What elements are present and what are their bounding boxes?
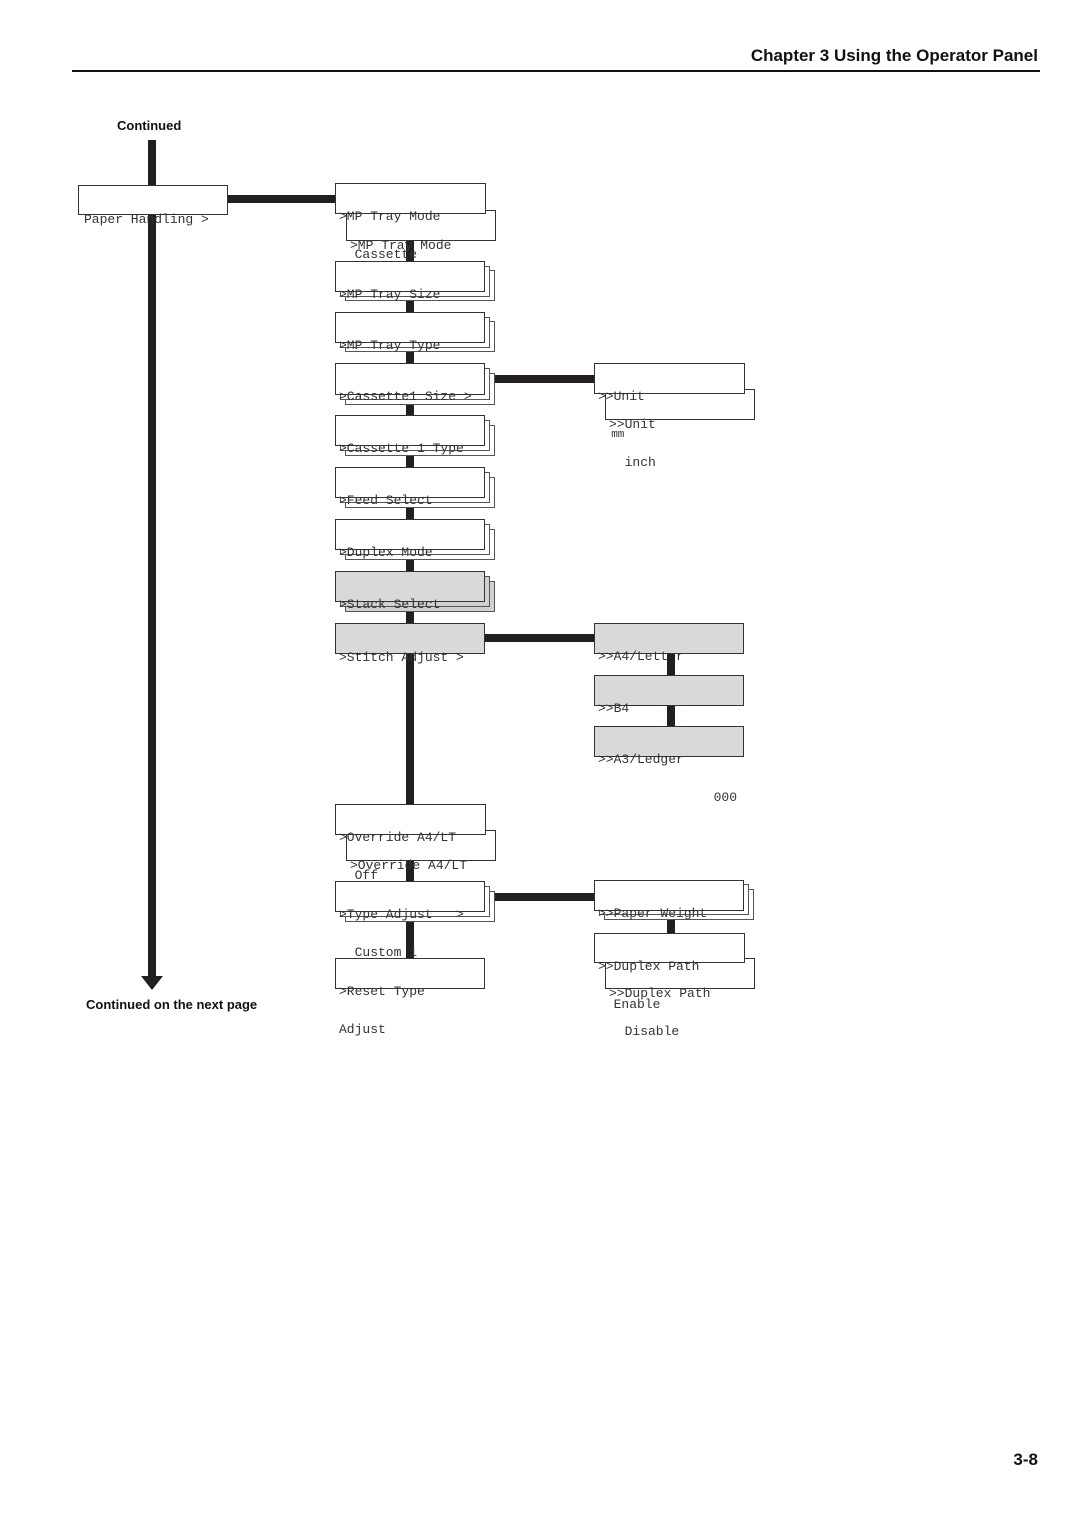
menu-b4[interactable]: >>B4 000: [594, 675, 744, 752]
menu-line2: Disable: [609, 1023, 680, 1039]
menu-a3-ledger[interactable]: >>A3/Ledger 000: [594, 726, 744, 803]
menu-mp-tray-mode[interactable]: >MP Tray Mode Cassette: [335, 183, 486, 260]
menu-line2: mm: [598, 428, 625, 441]
connector-cassette1-size: [495, 375, 595, 383]
menu-line1: >Cassette1 Size >: [339, 389, 472, 404]
menu-line2: Adjust: [339, 1021, 386, 1037]
menu-line1: >Override A4/LT: [339, 830, 457, 845]
menu-override-off[interactable]: >Override A4/LT Off: [335, 804, 486, 881]
header-rule: [72, 70, 1040, 72]
menu-line1: >Duplex Mode: [339, 545, 433, 560]
menu-type-adjust[interactable]: >Type Adjust > Custom 1: [335, 881, 485, 958]
connector-stitch-adjust: [485, 634, 595, 642]
main-flow-line: [148, 214, 156, 976]
menu-line1: >>Duplex Path: [598, 959, 700, 974]
menu-line2: inch: [609, 454, 656, 470]
menu-a4-letter[interactable]: >>A4/Letter 000: [594, 623, 744, 700]
menu-line1: >Stack Select: [339, 597, 441, 612]
menu-reset-type-adjust[interactable]: >Reset Type Adjust: [335, 958, 485, 1035]
menu-cassette1-size[interactable]: >Cassette1 Size >: [335, 363, 485, 403]
menu-cassette1-type[interactable]: >Cassette 1 Type Plain: [335, 415, 485, 492]
menu-feed-select[interactable]: >Feed Select Cassette 1: [335, 467, 485, 544]
menu-line1: >>Unit: [598, 389, 645, 404]
menu-line1: >>Paper Weight: [598, 906, 708, 921]
menu-line1: >MP Tray Size: [339, 287, 441, 302]
submenu-connector: [667, 706, 675, 726]
menu-paper-handling[interactable]: Paper Handling >: [78, 185, 228, 226]
menu-duplex-path-enable[interactable]: >>Duplex Path Enable: [594, 933, 745, 1010]
menu-line1: >Stitch Adjust >: [339, 650, 464, 665]
menu-line1: >Type Adjust >: [339, 907, 464, 922]
submenu-connector: [667, 920, 675, 933]
menu-stack-select[interactable]: >Stack Select Face-down tray: [335, 571, 485, 648]
menu-mp-tray-type[interactable]: >MP Tray Type Plain: [335, 312, 485, 389]
menu-paper-weight[interactable]: >>Paper Weight Normal: [594, 880, 744, 957]
menu-mp-tray-size[interactable]: >MP Tray Size A4: [335, 261, 485, 338]
menu-stitch-adjust[interactable]: >Stitch Adjust >: [335, 623, 485, 664]
continued-next-label: Continued on the next page: [86, 997, 258, 1012]
menu-value: 000: [713, 789, 737, 805]
continued-label: Continued: [117, 118, 182, 133]
submenu-connector: [667, 654, 675, 675]
menu-line1: >>A3/Ledger: [598, 752, 684, 767]
down-arrow-icon: [141, 976, 163, 990]
menu-line2: Cassette: [339, 246, 418, 262]
menu-line1: >Cassette 1 Type: [339, 441, 464, 456]
chapter-title: Chapter 3 Using the Operator Panel: [750, 46, 1038, 65]
main-flow-line-top: [148, 140, 156, 186]
menu-line1: >MP Tray Mode: [339, 209, 441, 224]
connector-paper-handling: [228, 195, 336, 203]
menu-duplex-mode[interactable]: >Duplex Mode None: [335, 519, 485, 596]
page-number: 3-8: [1013, 1450, 1038, 1469]
menu-line1: >Feed Select: [339, 493, 433, 508]
connector-type-adjust: [495, 893, 595, 901]
menu-line2: Enable: [598, 996, 661, 1012]
menu-unit-mm[interactable]: >>Unit mm: [594, 363, 745, 441]
menu-line1: >Reset Type: [339, 984, 425, 999]
menu-label: Paper Handling >: [84, 212, 209, 227]
menu-line1: >MP Tray Type: [339, 338, 441, 353]
